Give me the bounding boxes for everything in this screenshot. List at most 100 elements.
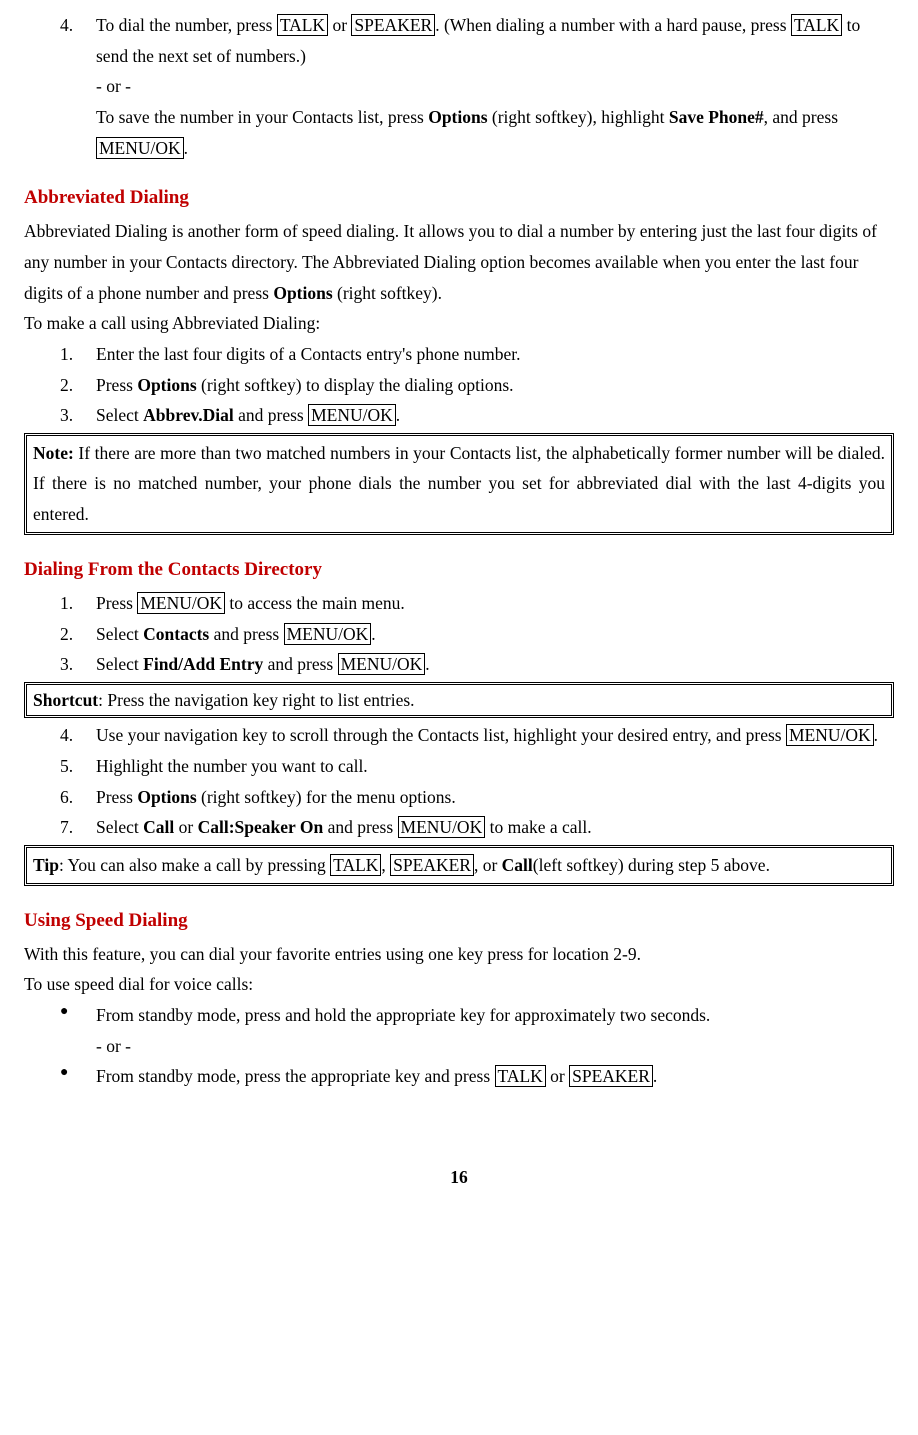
item-text: Select Abbrev.Dial and press MENU/OK. (96, 400, 894, 431)
text: From standby mode, press the appropriate… (96, 1066, 495, 1086)
text: and press (323, 817, 397, 837)
list-item: 5. Highlight the number you want to call… (60, 751, 894, 782)
note-callout: Note: If there are more than two matched… (24, 433, 894, 535)
key-speaker: SPEAKER (569, 1065, 653, 1087)
key-speaker: SPEAKER (390, 854, 474, 876)
tip-label: Tip (33, 855, 59, 875)
list-item: 3. Select Find/Add Entry and press MENU/… (60, 649, 894, 680)
bold-abbrevdial: Abbrev.Dial (143, 405, 234, 425)
text: (right softkey) to display the dialing o… (197, 375, 514, 395)
text: . (425, 654, 429, 674)
item-number: 4. (60, 10, 96, 163)
text: , and press (764, 107, 838, 127)
key-menuok: MENU/OK (96, 137, 184, 159)
text: to access the main menu. (225, 593, 405, 613)
text: . (874, 725, 878, 745)
list-item: 7. Select Call or Call:Speaker On and pr… (60, 812, 894, 843)
text: , or (474, 855, 502, 875)
key-talk: TALK (277, 14, 328, 36)
speed-dial-bullets: ● From standby mode, press and hold the … (24, 1000, 894, 1092)
text: Use your navigation key to scroll throug… (96, 725, 786, 745)
page-number: 16 (24, 1162, 894, 1193)
text: , (381, 855, 390, 875)
text: or (174, 817, 197, 837)
item-text: Select Find/Add Entry and press MENU/OK. (96, 649, 894, 680)
text: and press (263, 654, 337, 674)
shortcut-label: Shortcut (33, 690, 98, 710)
note-label: Note: (33, 443, 74, 463)
paragraph: Abbreviated Dialing is another form of s… (24, 216, 894, 308)
text: to make a call. (485, 817, 591, 837)
contacts-dial-list: 1. Press MENU/OK to access the main menu… (24, 588, 894, 680)
list-item: 2. Press Options (right softkey) to disp… (60, 370, 894, 401)
item-text: Select Contacts and press MENU/OK. (96, 619, 894, 650)
item-number: 5. (60, 751, 96, 782)
list-item-4: 4. To dial the number, press TALK or SPE… (60, 10, 894, 163)
bold-findadd: Find/Add Entry (143, 654, 263, 674)
text: Select (96, 817, 143, 837)
text: . (396, 405, 400, 425)
key-talk: TALK (495, 1065, 546, 1087)
bold-options: Options (137, 787, 196, 807)
text: (right softkey), highlight (488, 107, 669, 127)
list-item: 1. Press MENU/OK to access the main menu… (60, 588, 894, 619)
key-talk: TALK (330, 854, 381, 876)
text: . (371, 624, 375, 644)
key-menuok: MENU/OK (284, 623, 372, 645)
bullet-icon: ● (60, 1000, 96, 1061)
text: . (184, 138, 188, 158)
text: (left softkey) during step 5 above. (533, 855, 770, 875)
shortcut-text: : Press the navigation key right to list… (98, 690, 414, 710)
text: and press (209, 624, 283, 644)
key-menuok: MENU/OK (786, 724, 874, 746)
paragraph: With this feature, you can dial your fav… (24, 939, 894, 970)
item-number: 2. (60, 619, 96, 650)
text: . (653, 1066, 657, 1086)
intro-list-continued: 4. To dial the number, press TALK or SPE… (24, 10, 894, 163)
text: Press (96, 787, 137, 807)
text: Abbreviated Dialing is another form of s… (24, 221, 877, 302)
bullet-text: From standby mode, press and hold the ap… (96, 1000, 894, 1061)
text: and press (234, 405, 308, 425)
item-text: To dial the number, press TALK or SPEAKE… (96, 10, 894, 163)
text: or (328, 15, 351, 35)
item-number: 1. (60, 588, 96, 619)
item-text: Use your navigation key to scroll throug… (96, 720, 894, 751)
item-number: 3. (60, 649, 96, 680)
bold-options: Options (273, 283, 332, 303)
or-separator: - or - (96, 71, 894, 102)
tip-callout: Tip: You can also make a call by pressin… (24, 845, 894, 886)
list-item: 2. Select Contacts and press MENU/OK. (60, 619, 894, 650)
bold-call: Call (502, 855, 533, 875)
item-text: Press Options (right softkey) to display… (96, 370, 894, 401)
list-item: 3. Select Abbrev.Dial and press MENU/OK. (60, 400, 894, 431)
bullet-icon: ● (60, 1061, 96, 1092)
item-number: 7. (60, 812, 96, 843)
item-number: 6. (60, 782, 96, 813)
bullet-item: ● From standby mode, press the appropria… (60, 1061, 894, 1092)
item-number: 4. (60, 720, 96, 751)
note-text: If there are more than two matched numbe… (33, 443, 885, 524)
paragraph: To make a call using Abbreviated Dialing… (24, 308, 894, 339)
contacts-dial-list-cont: 4. Use your navigation key to scroll thr… (24, 720, 894, 843)
bold-options: Options (137, 375, 196, 395)
text: Select (96, 654, 143, 674)
bold-call: Call (143, 817, 174, 837)
text: (right softkey). (333, 283, 442, 303)
text: Select (96, 405, 143, 425)
shortcut-callout: Shortcut: Press the navigation key right… (24, 682, 894, 719)
bold-call-speaker-on: Call:Speaker On (198, 817, 324, 837)
key-menuok: MENU/OK (308, 404, 396, 426)
key-menuok: MENU/OK (338, 653, 426, 675)
text: To dial the number, press (96, 15, 277, 35)
key-speaker: SPEAKER (351, 14, 435, 36)
item-number: 2. (60, 370, 96, 401)
paragraph: To use speed dial for voice calls: (24, 969, 894, 1000)
list-item: 1. Enter the last four digits of a Conta… (60, 339, 894, 370)
text: : You can also make a call by pressing (59, 855, 330, 875)
bold-options: Options (428, 107, 487, 127)
bullet-text: From standby mode, press the appropriate… (96, 1061, 894, 1092)
key-menuok: MENU/OK (137, 592, 225, 614)
text: (right softkey) for the menu options. (197, 787, 456, 807)
item-text: Press Options (right softkey) for the me… (96, 782, 894, 813)
